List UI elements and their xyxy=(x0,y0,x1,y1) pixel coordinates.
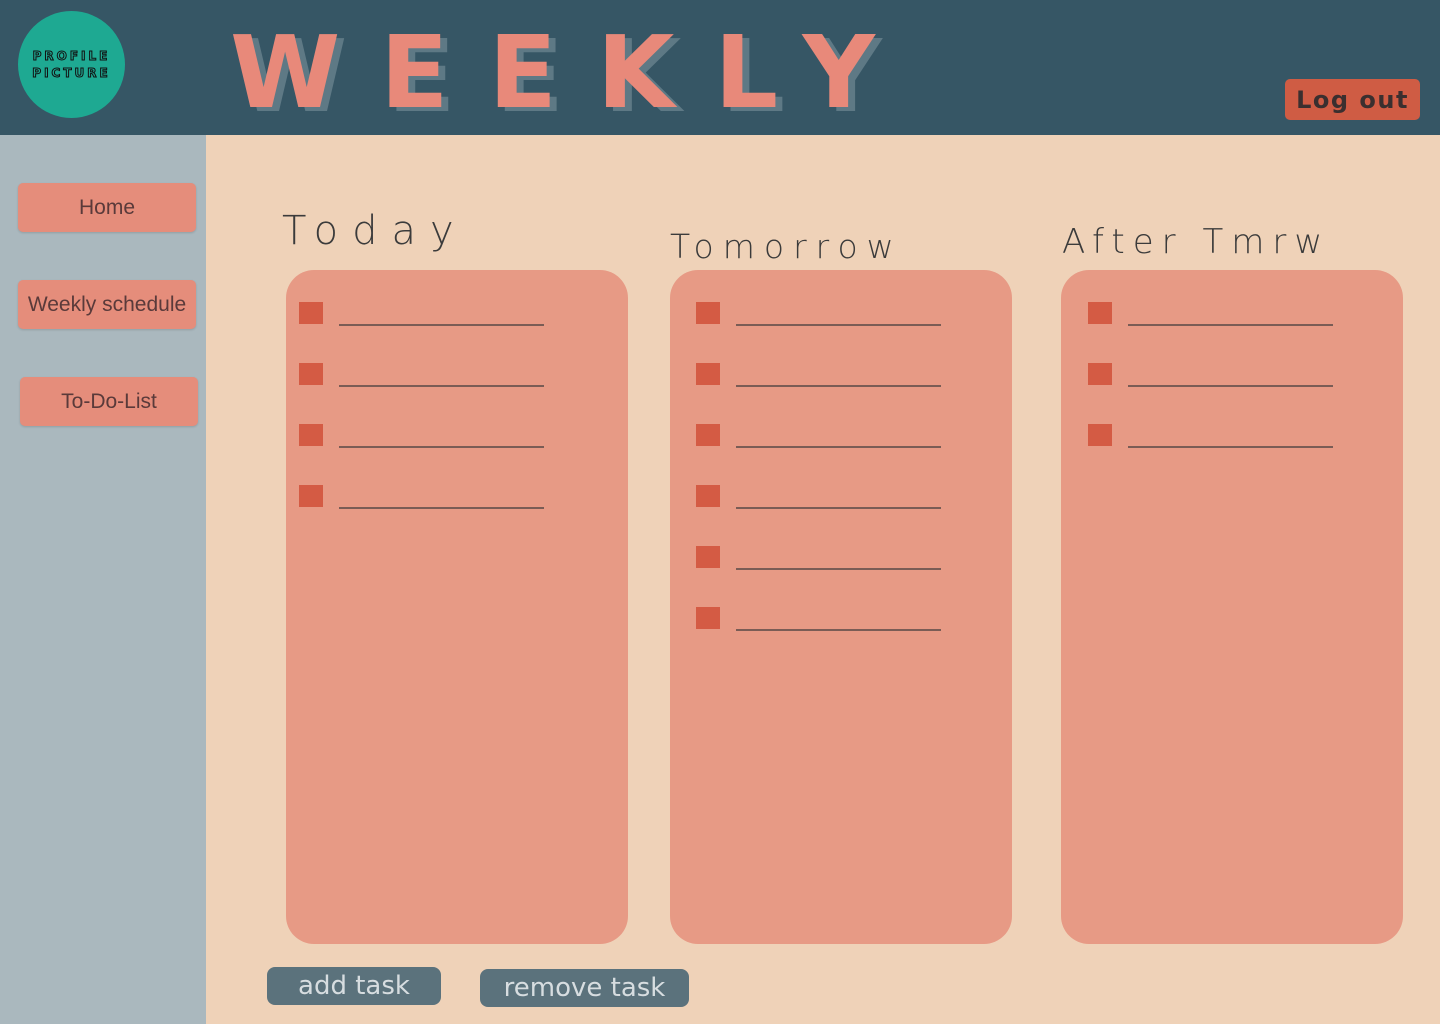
task-row xyxy=(1088,424,1338,448)
logout-button[interactable]: Log out xyxy=(1285,79,1420,120)
task-row xyxy=(696,363,946,387)
task-entry-line[interactable] xyxy=(339,507,544,509)
task-row xyxy=(696,546,946,570)
sidebar: Home Weekly schedule To-Do-List xyxy=(0,135,206,1024)
remove-task-button[interactable]: remove task xyxy=(480,969,689,1007)
column-title-tomorrow: Tomorrow xyxy=(670,227,903,266)
task-checkbox[interactable] xyxy=(696,363,720,385)
task-row xyxy=(1088,363,1338,387)
task-panel-today xyxy=(286,270,628,944)
task-row xyxy=(299,485,549,509)
sidebar-item-to-do-list[interactable]: To-Do-List xyxy=(20,377,198,426)
top-bar: PROFILE PICTURE WEEKLY Log out xyxy=(0,0,1440,135)
task-row xyxy=(1088,302,1338,326)
task-checkbox[interactable] xyxy=(1088,424,1112,446)
column-title-after-tmrw: After Tmrw xyxy=(1062,222,1331,262)
task-panel-after-tmrw xyxy=(1061,270,1403,944)
task-entry-line[interactable] xyxy=(1128,446,1333,448)
task-entry-line[interactable] xyxy=(1128,385,1333,387)
task-row xyxy=(696,485,946,509)
task-row xyxy=(299,424,549,448)
task-entry-line[interactable] xyxy=(736,507,941,509)
task-checkbox[interactable] xyxy=(299,302,323,324)
task-entry-line[interactable] xyxy=(339,446,544,448)
task-panel-tomorrow xyxy=(670,270,1012,944)
sidebar-item-home[interactable]: Home xyxy=(18,183,196,232)
task-checkbox[interactable] xyxy=(696,607,720,629)
task-checkbox[interactable] xyxy=(1088,363,1112,385)
app-title: WEEKLY xyxy=(230,14,915,131)
task-entry-line[interactable] xyxy=(339,385,544,387)
profile-picture-label: PROFILE PICTURE xyxy=(32,48,111,80)
task-checkbox[interactable] xyxy=(299,485,323,507)
task-checkbox[interactable] xyxy=(696,546,720,568)
profile-picture[interactable]: PROFILE PICTURE xyxy=(18,11,125,118)
task-row xyxy=(696,424,946,448)
task-entry-line[interactable] xyxy=(736,324,941,326)
task-checkbox[interactable] xyxy=(696,302,720,324)
column-title-today: Today xyxy=(282,208,468,254)
task-entry-line[interactable] xyxy=(736,568,941,570)
task-entry-line[interactable] xyxy=(736,446,941,448)
task-row xyxy=(696,607,946,631)
task-entry-line[interactable] xyxy=(736,629,941,631)
task-row xyxy=(299,363,549,387)
task-row xyxy=(299,302,549,326)
task-checkbox[interactable] xyxy=(1088,302,1112,324)
task-checkbox[interactable] xyxy=(299,424,323,446)
task-checkbox[interactable] xyxy=(299,363,323,385)
task-entry-line[interactable] xyxy=(1128,324,1333,326)
task-entry-line[interactable] xyxy=(736,385,941,387)
task-entry-line[interactable] xyxy=(339,324,544,326)
task-row xyxy=(696,302,946,326)
task-checkbox[interactable] xyxy=(696,485,720,507)
add-task-button[interactable]: add task xyxy=(267,967,441,1005)
task-checkbox[interactable] xyxy=(696,424,720,446)
sidebar-item-weekly-schedule[interactable]: Weekly schedule xyxy=(18,280,196,329)
